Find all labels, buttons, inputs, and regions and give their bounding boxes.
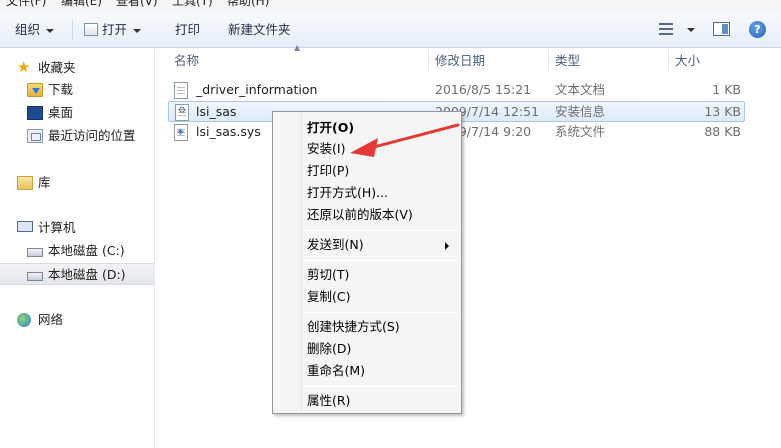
nav-drive-d[interactable]: 本地磁盘 (D:) — [0, 263, 154, 285]
menu-tools[interactable]: 工具(T) — [172, 0, 213, 8]
menu-separator — [304, 312, 459, 313]
downloads-folder-icon — [27, 83, 43, 97]
file-name: lsi_sas — [196, 104, 237, 119]
menu-item-copy[interactable]: 复制(C) — [307, 289, 350, 305]
open-icon — [84, 23, 98, 36]
menu-item-properties[interactable]: 属性(R) — [307, 393, 350, 409]
view-options-button[interactable] — [681, 21, 695, 37]
nav-desktop[interactable]: 桌面 — [0, 102, 154, 124]
column-header-size[interactable]: 大小 — [675, 50, 700, 69]
nav-libraries-label: 库 — [38, 175, 51, 190]
new-folder-label: 新建文件夹 — [228, 22, 291, 37]
menu-item-send-to[interactable]: 发送到(N) — [307, 237, 364, 253]
nav-recent-label: 最近访问的位置 — [48, 128, 136, 143]
system-file-icon — [174, 124, 188, 141]
file-name: _driver_information — [196, 82, 318, 97]
command-bar: 组织 打开 打印 新建文件夹 ? — [0, 12, 781, 48]
column-divider[interactable] — [548, 49, 549, 71]
nav-drive-d-label: 本地磁盘 (D:) — [48, 267, 126, 282]
desktop-icon — [27, 106, 43, 120]
menu-item-create-shortcut[interactable]: 创建快捷方式(S) — [307, 319, 400, 335]
menu-bar: 文件(F) 编辑(E) 查看(V) 工具(T) 帮助(H) — [0, 0, 781, 12]
open-label: 打开 — [102, 22, 128, 37]
drive-icon — [27, 272, 43, 281]
menu-item-delete[interactable]: 删除(D) — [307, 341, 351, 357]
network-icon — [17, 313, 31, 327]
organize-label: 组织 — [15, 22, 41, 37]
open-button[interactable]: 打开 — [84, 22, 142, 38]
file-size: 13 KB — [704, 104, 741, 119]
menu-item-cut[interactable]: 剪切(T) — [307, 267, 349, 283]
nav-drive-c-label: 本地磁盘 (C:) — [48, 243, 125, 258]
print-button[interactable]: 打印 — [175, 22, 200, 38]
file-type: 系统文件 — [555, 124, 606, 139]
file-row[interactable]: _driver_information 2016/8/5 15:21 文本文档 … — [168, 80, 745, 101]
nav-computer[interactable]: 计算机 — [0, 217, 154, 239]
file-size: 1 KB — [712, 82, 741, 97]
organize-button[interactable]: 组织 — [15, 22, 55, 38]
column-divider[interactable] — [428, 49, 429, 71]
menu-item-open[interactable]: 打开(O) — [307, 120, 354, 136]
file-modified: 2016/8/5 15:21 — [435, 82, 532, 97]
star-icon: ★ — [17, 58, 31, 76]
chevron-down-icon — [687, 27, 695, 32]
print-label: 打印 — [175, 22, 201, 37]
submenu-arrow-icon — [445, 242, 449, 250]
preview-pane-icon[interactable] — [713, 22, 730, 36]
sort-ascending-icon: ▲ — [294, 43, 301, 52]
column-header-modified[interactable]: 修改日期 — [435, 50, 485, 69]
menu-item-print[interactable]: 打印(P) — [307, 163, 349, 179]
menu-item-install[interactable]: 安装(I) — [307, 141, 345, 157]
explorer-window: 文件(F) 编辑(E) 查看(V) 工具(T) 帮助(H) 组织 打开 打印 新… — [0, 0, 781, 448]
nav-favorites-label: 收藏夹 — [38, 60, 76, 75]
menu-separator — [304, 230, 459, 231]
menu-item-rename[interactable]: 重命名(M) — [307, 363, 365, 379]
file-name: lsi_sas.sys — [196, 124, 261, 139]
new-folder-button[interactable]: 新建文件夹 — [228, 22, 291, 38]
nav-network[interactable]: 网络 — [0, 309, 154, 331]
column-header-name[interactable]: 名称 — [174, 50, 199, 69]
nav-libraries[interactable]: 库 — [0, 172, 154, 194]
nav-downloads-label: 下载 — [48, 82, 74, 97]
menu-item-restore-versions[interactable]: 还原以前的版本(V) — [307, 207, 413, 223]
computer-icon — [17, 221, 33, 232]
context-menu: 打开(O) 安装(I) 打印(P) 打开方式(H)... 还原以前的版本(V) … — [272, 111, 462, 414]
windows-drive-icon — [27, 248, 43, 257]
column-header-type[interactable]: 类型 — [555, 50, 580, 69]
nav-favorites[interactable]: ★ 收藏夹 — [0, 57, 154, 79]
text-file-icon — [174, 82, 188, 99]
nav-computer-label: 计算机 — [38, 220, 76, 235]
chevron-down-icon — [133, 28, 142, 33]
nav-downloads[interactable]: 下载 — [0, 79, 154, 101]
menu-edit[interactable]: 编辑(E) — [61, 0, 102, 8]
toolbar-divider — [72, 20, 73, 40]
menu-help[interactable]: 帮助(H) — [227, 0, 269, 8]
nav-drive-c[interactable]: 本地磁盘 (C:) — [0, 240, 154, 262]
chevron-down-icon — [46, 28, 55, 33]
menu-file[interactable]: 文件(F) — [6, 0, 46, 8]
help-icon[interactable]: ? — [749, 21, 766, 38]
file-type: 文本文档 — [555, 82, 606, 97]
file-type: 安装信息 — [555, 104, 606, 119]
nav-desktop-label: 桌面 — [48, 105, 74, 120]
menu-separator — [304, 260, 459, 261]
setup-info-icon — [175, 104, 189, 121]
library-icon — [17, 176, 33, 190]
menu-separator — [304, 386, 459, 387]
menu-item-open-with[interactable]: 打开方式(H)... — [307, 185, 388, 201]
recent-places-icon — [27, 129, 43, 143]
nav-recent-places[interactable]: 最近访问的位置 — [0, 125, 154, 147]
navigation-pane: ★ 收藏夹 下载 桌面 最近访问的位置 库 计算机 本地磁盘 (C:) 本地磁盘… — [0, 49, 155, 448]
file-size: 88 KB — [704, 124, 741, 139]
column-divider[interactable] — [668, 49, 669, 71]
menu-view[interactable]: 查看(V) — [116, 0, 158, 8]
change-view-icon[interactable] — [659, 23, 673, 35]
nav-network-label: 网络 — [38, 312, 64, 327]
